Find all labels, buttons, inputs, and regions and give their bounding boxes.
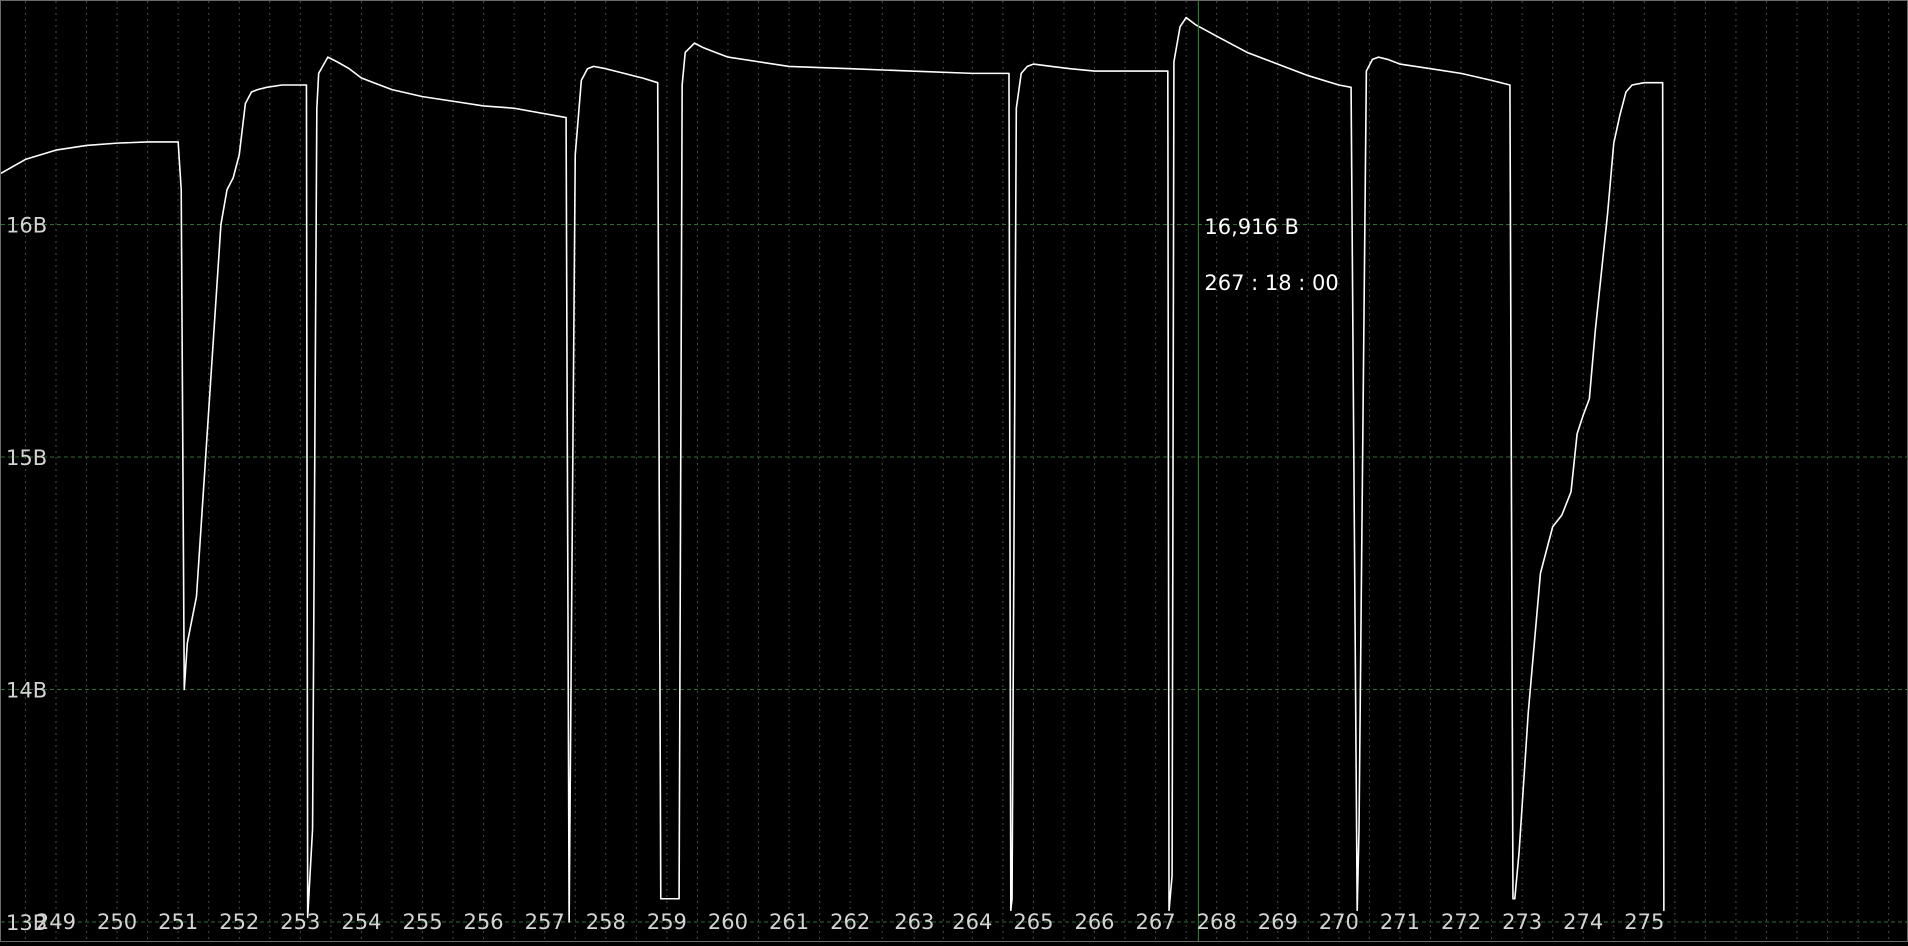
x-tick-label: 258 xyxy=(586,910,626,934)
x-tick-label: 264 xyxy=(952,910,992,934)
y-tick-label: 14B xyxy=(6,679,47,703)
x-tick-label: 251 xyxy=(158,910,198,934)
x-tick-label: 263 xyxy=(894,910,934,934)
x-tick-label: 265 xyxy=(1013,910,1053,934)
y-tick-label: 15B xyxy=(6,446,47,470)
chart-area: 16,916 B 267 : 18 : 00 13B 14B 15B 16B 249 250… xyxy=(0,0,1908,942)
cursor-value-readout: 16,916 B xyxy=(1204,215,1299,239)
x-tick-label: 260 xyxy=(708,910,748,934)
x-tick-label: 270 xyxy=(1319,910,1359,934)
x-tick-label: 273 xyxy=(1502,910,1542,934)
x-tick-label: 256 xyxy=(464,910,504,934)
x-tick-label: 275 xyxy=(1624,910,1664,934)
cursor-time-readout: 267 : 18 : 00 xyxy=(1204,271,1338,295)
line-chart: 16,916 B267 : 18 : 00 13B14B15B16B249 250… xyxy=(0,1,1907,941)
x-tick-label: 255 xyxy=(402,910,442,934)
x-tick-label: 272 xyxy=(1441,910,1481,934)
grid xyxy=(1,1,1907,941)
x-tick-label: 254 xyxy=(341,910,381,934)
series-line xyxy=(0,16,1665,923)
x-tick-label: 253 xyxy=(280,910,320,934)
axis-labels: 13B14B15B16B249 250 251 252 253 254 255 256 257 2… xyxy=(6,214,1664,936)
x-tick-label: 261 xyxy=(769,910,809,934)
x-tick-label: 262 xyxy=(830,910,870,934)
x-tick-label: 252 xyxy=(219,910,259,934)
x-tick-label: 259 xyxy=(647,910,687,934)
x-tick-label: 250 xyxy=(97,910,137,934)
y-tick-label: 16B xyxy=(6,214,47,238)
cursor: 16,916 B 267 : 18 : 00 xyxy=(1197,1,1339,941)
x-tick-label: 269 xyxy=(1258,910,1298,934)
x-tick-label: 249 xyxy=(36,910,76,934)
x-tick-label: 267 xyxy=(1136,910,1176,934)
x-tick-label: 268 xyxy=(1197,910,1237,934)
x-tick-label: 266 xyxy=(1074,910,1114,934)
series-layer xyxy=(0,16,1665,923)
x-tick-label: 271 xyxy=(1380,910,1420,934)
x-tick-label: 257 xyxy=(525,910,565,934)
x-tick-label: 274 xyxy=(1563,910,1603,934)
